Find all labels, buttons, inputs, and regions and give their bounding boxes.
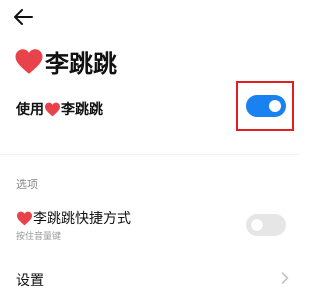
heart-icon — [15, 49, 43, 74]
shortcut-label: 李跳跳快捷方式 — [16, 208, 131, 228]
shortcut-sublabel: 按住音量键 — [16, 232, 62, 242]
shortcut-toggle[interactable] — [246, 214, 286, 236]
section-divider — [0, 154, 300, 155]
enable-label-prefix: 使用 — [16, 102, 44, 118]
heart-icon — [45, 102, 60, 116]
options-section-header: 选项 — [16, 178, 38, 191]
chevron-right-icon — [281, 272, 289, 284]
toggle-knob — [251, 219, 263, 231]
settings-screen: 李跳跳 使用 李跳跳 选项 李跳跳快捷方式 按住音量键 设置 — [0, 0, 300, 296]
settings-label: 设置 — [16, 273, 44, 289]
enable-label-name: 李跳跳 — [61, 102, 103, 118]
heart-icon — [17, 211, 32, 225]
page-title-text: 李跳跳 — [45, 50, 117, 78]
back-button[interactable] — [12, 8, 34, 26]
arrow-left-icon — [14, 9, 33, 25]
enable-label: 使用 李跳跳 — [16, 99, 103, 119]
page-title: 李跳跳 — [14, 44, 117, 79]
highlight-box — [236, 81, 294, 131]
shortcut-label-text: 李跳跳快捷方式 — [33, 211, 131, 227]
